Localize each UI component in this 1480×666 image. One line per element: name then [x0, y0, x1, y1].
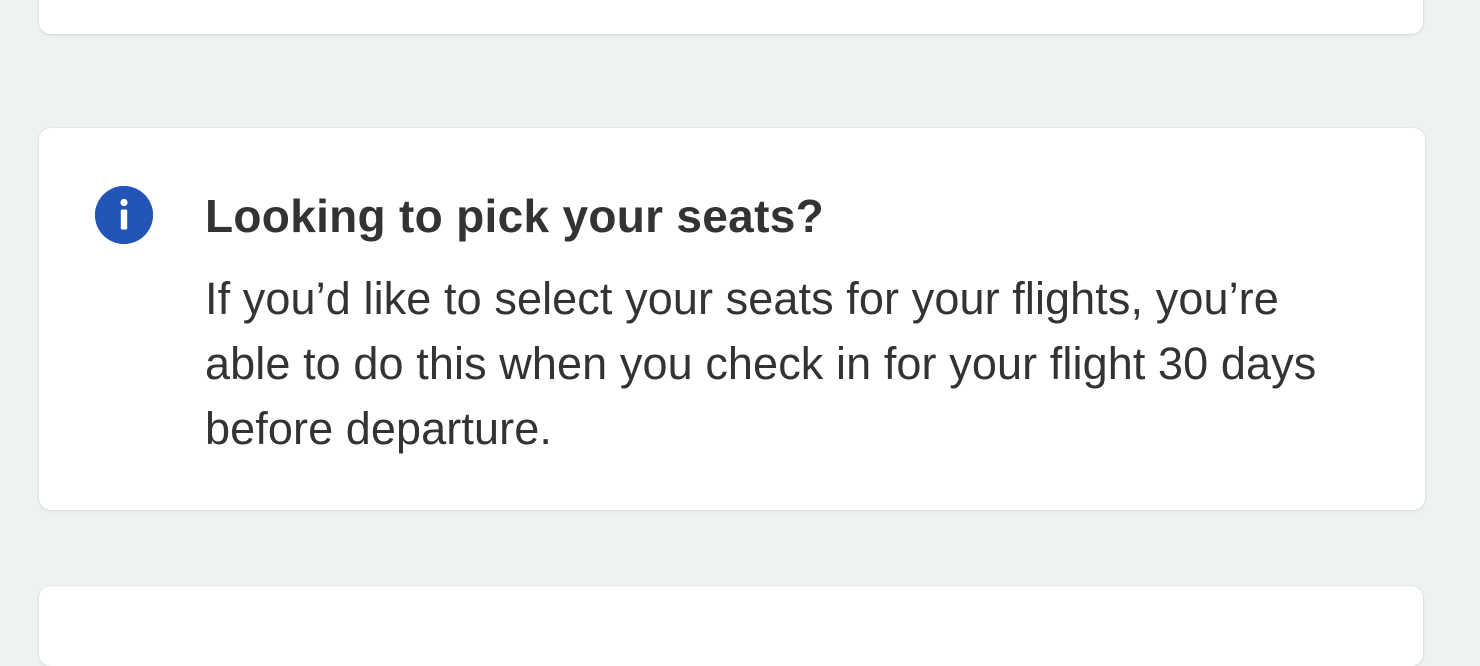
info-icon	[95, 186, 153, 244]
previous-card	[39, 0, 1423, 34]
info-title: Looking to pick your seats?	[205, 190, 824, 242]
info-message: If you’d like to select your seats for y…	[205, 273, 1317, 454]
seat-selection-info-card: Looking to pick your seats? If you’d lik…	[39, 128, 1425, 510]
next-card	[39, 586, 1423, 666]
